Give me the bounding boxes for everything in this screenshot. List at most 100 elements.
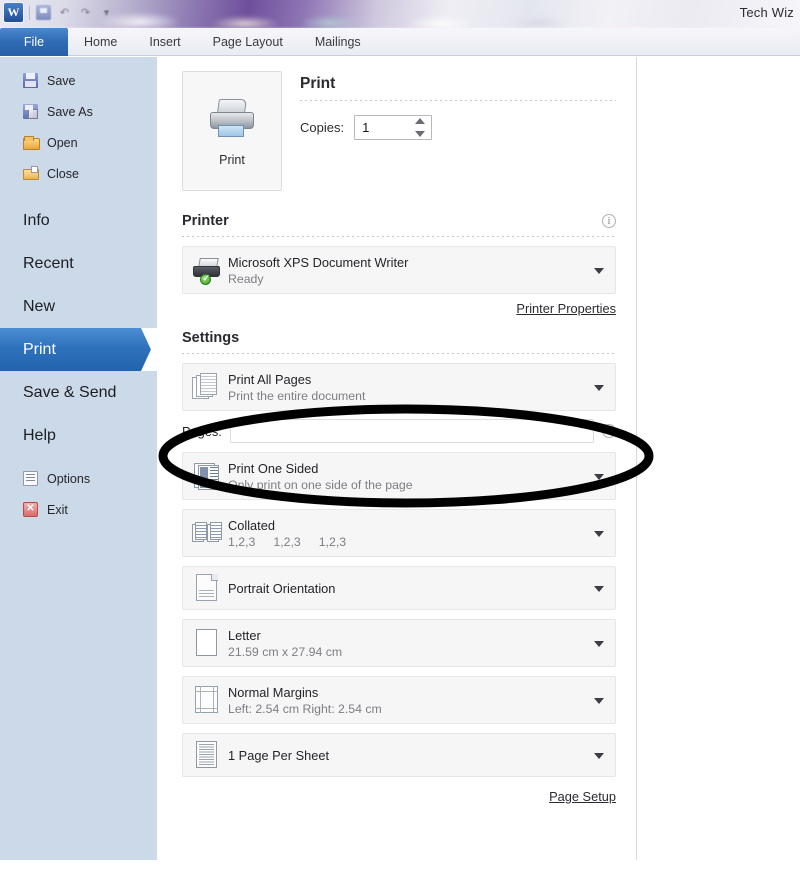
pages-field-row: Pages: i xyxy=(182,419,616,443)
printer-properties-link[interactable]: Printer Properties xyxy=(516,301,616,316)
setting-title: 1 Page Per Sheet xyxy=(228,747,330,763)
word-logo-icon[interactable]: W xyxy=(4,3,23,22)
sidebar-item-recent[interactable]: Recent xyxy=(0,242,157,285)
sidebar-item-label: Options xyxy=(47,471,91,486)
one-sided-icon xyxy=(192,461,222,491)
printer-icon xyxy=(206,95,258,139)
setting-subtitle: Print the entire document xyxy=(228,388,366,403)
close-folder-icon xyxy=(23,166,39,181)
stepper-arrows[interactable] xyxy=(415,118,426,137)
divider xyxy=(29,5,30,20)
setting-print-range[interactable]: Print All Pages Print the entire documen… xyxy=(182,363,616,411)
save-as-icon xyxy=(23,104,38,119)
pages-label: Pages: xyxy=(182,423,222,439)
print-settings-pane: Print Print Copies: 1 Printer i ✓ Micros… xyxy=(157,57,637,860)
collate-icon xyxy=(192,518,222,548)
sidebar-item-label: Save xyxy=(47,73,76,88)
sidebar-item-save-as[interactable]: Save As xyxy=(0,96,157,127)
tab-insert[interactable]: Insert xyxy=(133,28,196,56)
margins-icon xyxy=(192,685,222,715)
tab-home[interactable]: Home xyxy=(68,28,133,56)
save-icon xyxy=(23,73,38,88)
setting-title: Normal Margins xyxy=(228,684,319,700)
settings-section-title: Settings xyxy=(182,330,240,346)
sidebar-item-save-and-send[interactable]: Save & Send xyxy=(0,371,157,414)
sidebar-item-print[interactable]: Print xyxy=(0,328,157,371)
info-icon[interactable]: i xyxy=(602,214,616,228)
copies-stepper[interactable]: 1 xyxy=(354,115,433,140)
tab-file[interactable]: File xyxy=(0,28,68,56)
setting-subtitle: Left: 2.54 cm Right: 2.54 cm xyxy=(228,701,382,716)
sidebar-item-label: Print xyxy=(23,340,56,358)
sidebar-item-label: Exit xyxy=(47,502,68,517)
quick-access-toolbar[interactable]: W ↶ ↷ ▾ xyxy=(4,3,114,22)
pages-stack-icon xyxy=(192,372,222,402)
chevron-down-icon[interactable] xyxy=(594,268,604,274)
chevron-down-icon[interactable] xyxy=(594,698,604,704)
print-button-label: Print xyxy=(219,153,245,167)
chevron-down-icon[interactable] xyxy=(594,641,604,647)
sidebar-item-close[interactable]: Close xyxy=(0,158,157,189)
sidebar-item-new[interactable]: New xyxy=(0,285,157,328)
setting-collation[interactable]: Collated 1,2,3 1,2,3 1,2,3 xyxy=(182,509,616,557)
setting-orientation[interactable]: Portrait Orientation xyxy=(182,566,616,610)
sidebar-item-info[interactable]: Info xyxy=(0,199,157,242)
stepper-down-icon[interactable] xyxy=(415,131,426,137)
setting-pages-per-sheet[interactable]: 1 Page Per Sheet xyxy=(182,733,616,777)
pages-per-sheet-icon xyxy=(192,740,222,770)
printer-section-header: Printer i xyxy=(182,213,616,229)
sidebar-item-save[interactable]: Save xyxy=(0,65,157,96)
printer-status: Ready xyxy=(228,271,264,286)
sidebar-item-exit[interactable]: Exit xyxy=(0,494,157,525)
divider xyxy=(182,353,616,354)
chevron-down-icon[interactable] xyxy=(594,474,604,480)
redo-icon[interactable]: ↷ xyxy=(78,5,93,20)
ribbon-tabs: File Home Insert Page Layout Mailings xyxy=(0,28,377,56)
pages-input[interactable] xyxy=(229,419,594,443)
undo-icon[interactable]: ↶ xyxy=(57,5,72,20)
setting-subtitle: 21.59 cm x 27.94 cm xyxy=(228,644,343,659)
chevron-down-icon[interactable] xyxy=(594,753,604,759)
page-setup-row: Page Setup xyxy=(182,789,616,804)
ribbon-tab-bar: File Home Insert Page Layout Mailings xyxy=(0,28,800,56)
copies-value: 1 xyxy=(362,120,370,135)
setting-margins[interactable]: Normal Margins Left: 2.54 cm Right: 2.54… xyxy=(182,676,616,724)
page-title: Print xyxy=(300,75,336,92)
open-folder-icon xyxy=(23,135,40,150)
printer-section-title: Printer xyxy=(182,213,229,229)
setting-title: Letter xyxy=(228,627,261,643)
stepper-up-icon[interactable] xyxy=(415,118,426,124)
setting-paper-size[interactable]: Letter 21.59 cm x 27.94 cm xyxy=(182,619,616,667)
setting-title: Collated xyxy=(228,517,275,533)
sidebar-item-label: Save & Send xyxy=(23,383,117,401)
divider xyxy=(300,100,616,101)
print-header-row: Print Print Copies: 1 xyxy=(182,71,616,191)
page-setup-link[interactable]: Page Setup xyxy=(549,789,616,804)
customize-icon[interactable]: ▾ xyxy=(99,5,114,20)
info-icon[interactable]: i xyxy=(602,424,616,438)
tab-page-layout[interactable]: Page Layout xyxy=(197,28,299,56)
sidebar-item-open[interactable]: Open xyxy=(0,127,157,158)
printer-select[interactable]: Microsoft XPS Document Writer Ready xyxy=(182,246,616,294)
setting-duplex[interactable]: Print One Sided Only print on one side o… xyxy=(182,452,616,500)
print-button[interactable]: Print xyxy=(182,71,282,191)
printer-properties-row: Printer Properties xyxy=(182,301,616,316)
printer-name: Microsoft XPS Document Writer xyxy=(228,254,409,270)
chevron-down-icon[interactable] xyxy=(594,531,604,537)
chevron-down-icon[interactable] xyxy=(594,586,604,592)
sidebar-item-label: Recent xyxy=(23,254,74,272)
tab-mailings[interactable]: Mailings xyxy=(299,28,377,56)
sidebar-item-help[interactable]: Help xyxy=(0,414,157,457)
sidebar-item-label: New xyxy=(23,297,56,315)
sidebar-item-label: Close xyxy=(47,166,79,181)
sidebar-item-options[interactable]: Options xyxy=(0,463,157,494)
exit-icon xyxy=(23,502,38,517)
setting-title: Print One Sided xyxy=(228,460,319,476)
setting-title: Portrait Orientation xyxy=(228,580,336,596)
settings-section-header: Settings xyxy=(182,330,616,346)
save-icon[interactable] xyxy=(36,5,51,20)
chevron-down-icon[interactable] xyxy=(594,385,604,391)
setting-title: Print All Pages xyxy=(228,371,312,387)
title-bar: W ↶ ↷ ▾ Tech Wiz xyxy=(0,0,800,28)
setting-subtitle: 1,2,3 1,2,3 1,2,3 xyxy=(228,535,346,549)
